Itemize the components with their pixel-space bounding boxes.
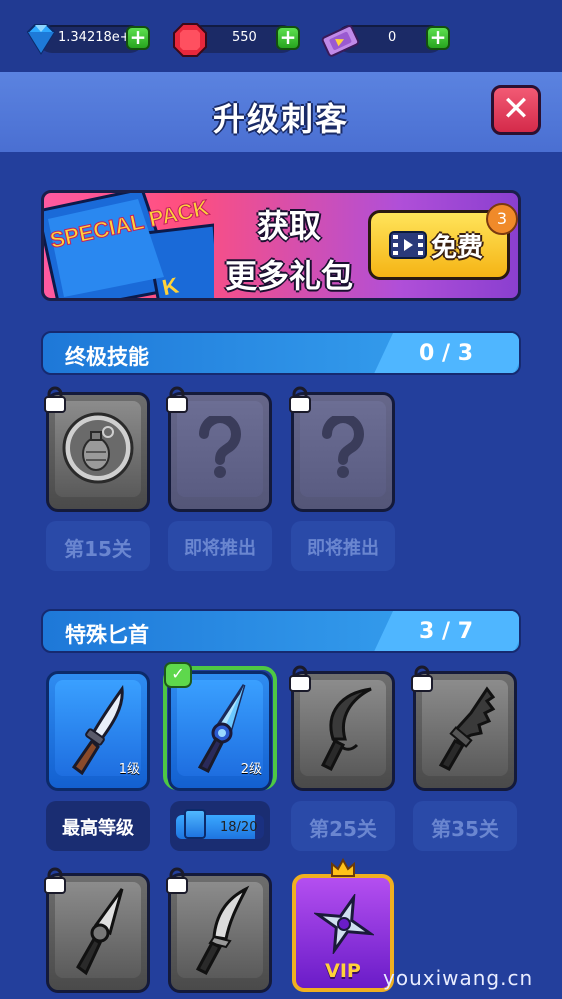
lock-icon xyxy=(44,386,66,413)
ticket-icon xyxy=(321,25,360,57)
crown-icon xyxy=(331,858,355,877)
equipped-check-icon: ✓ xyxy=(164,662,192,688)
scimitar-icon xyxy=(195,885,250,975)
lock-icon xyxy=(289,386,311,413)
dagger-slot-vip-shuriken[interactable]: VIP xyxy=(292,874,394,992)
dagger-slot-knife[interactable]: 1级 xyxy=(46,671,150,791)
special-pack-art: SPECIAL PACK K xyxy=(44,193,214,298)
max-level-tag: 最高等级 xyxy=(46,801,150,851)
title-bar: 升级刺客 xyxy=(0,72,562,152)
lock-icon xyxy=(166,867,188,894)
vip-label: VIP xyxy=(325,960,361,982)
special-daggers-header: 特殊匕首 3 / 7 xyxy=(41,609,521,653)
add-rubies-button[interactable]: + xyxy=(276,26,300,50)
grenade-icon xyxy=(62,412,134,484)
resource-bar: 1.34218e+09 + 550 + 0 + xyxy=(0,0,562,72)
curved-blade-icon xyxy=(320,687,372,772)
dagger-slot-scimitar[interactable] xyxy=(166,867,272,993)
watermark: youxiwang.cn xyxy=(383,966,534,990)
ruby-icon xyxy=(173,23,207,57)
dagger-unlock-tag: 第35关 xyxy=(413,801,517,851)
dagger-slot-crystal[interactable]: 2级 ✓ xyxy=(163,662,277,791)
section-title: 终极技能 xyxy=(65,345,149,369)
dagger-unlock-tag: 第25关 xyxy=(291,801,395,851)
ultimate-skills-header: 终极技能 0 / 3 xyxy=(41,331,521,375)
lock-icon xyxy=(289,665,311,692)
promo-line-2: 更多礼包 xyxy=(224,257,353,295)
lock-icon xyxy=(166,386,188,413)
skill-slot-grenade[interactable] xyxy=(44,386,150,512)
skill-slot-coming-soon[interactable] xyxy=(166,386,272,512)
promo-line-1: 获取 xyxy=(256,207,321,245)
upgrade-progress: 18/20 xyxy=(170,801,270,851)
lock-icon xyxy=(44,867,66,894)
gems-counter: 1.34218e+09 + xyxy=(22,22,150,56)
add-tickets-button[interactable]: + xyxy=(426,26,450,50)
kunai-icon xyxy=(76,888,124,976)
question-icon xyxy=(199,416,241,478)
tickets-counter: 0 + xyxy=(320,22,450,57)
section-count: 3 / 7 xyxy=(419,619,473,644)
page-title: 升级刺客 xyxy=(212,100,349,138)
dagger-slot-kunai[interactable] xyxy=(44,867,150,993)
section-title: 特殊匕首 xyxy=(65,623,149,647)
progress-text: 18/20 xyxy=(220,820,258,835)
lock-icon xyxy=(411,665,433,692)
skill-unlock-tag: 第15关 xyxy=(46,521,150,571)
dagger-level: 1级 xyxy=(118,762,140,777)
free-count-badge: 3 xyxy=(486,203,518,235)
tickets-value: 0 xyxy=(388,30,397,45)
skill-unlock-tag: 即将推出 xyxy=(291,521,395,571)
upgrade-card-icon xyxy=(184,809,206,839)
skill-slot-coming-soon[interactable] xyxy=(289,386,395,512)
rubies-value: 550 xyxy=(232,30,257,45)
diamond-icon xyxy=(26,24,56,55)
shuriken-icon xyxy=(314,894,374,954)
question-icon xyxy=(322,416,364,478)
section-count: 0 / 3 xyxy=(419,341,473,366)
dagger-slot-serrated[interactable] xyxy=(411,665,517,791)
dagger-level: 2级 xyxy=(240,762,262,777)
serrated-blade-icon xyxy=(438,686,496,771)
add-gems-button[interactable]: + xyxy=(126,26,150,50)
dagger-slot-curved[interactable] xyxy=(289,665,395,791)
close-button[interactable]: ✕ xyxy=(491,85,541,135)
free-button-label: 免费 xyxy=(431,233,484,263)
skill-unlock-tag: 即将推出 xyxy=(168,521,272,571)
video-ad-icon xyxy=(389,231,427,259)
rubies-counter: 550 + xyxy=(172,22,302,57)
close-icon: ✕ xyxy=(501,89,531,129)
